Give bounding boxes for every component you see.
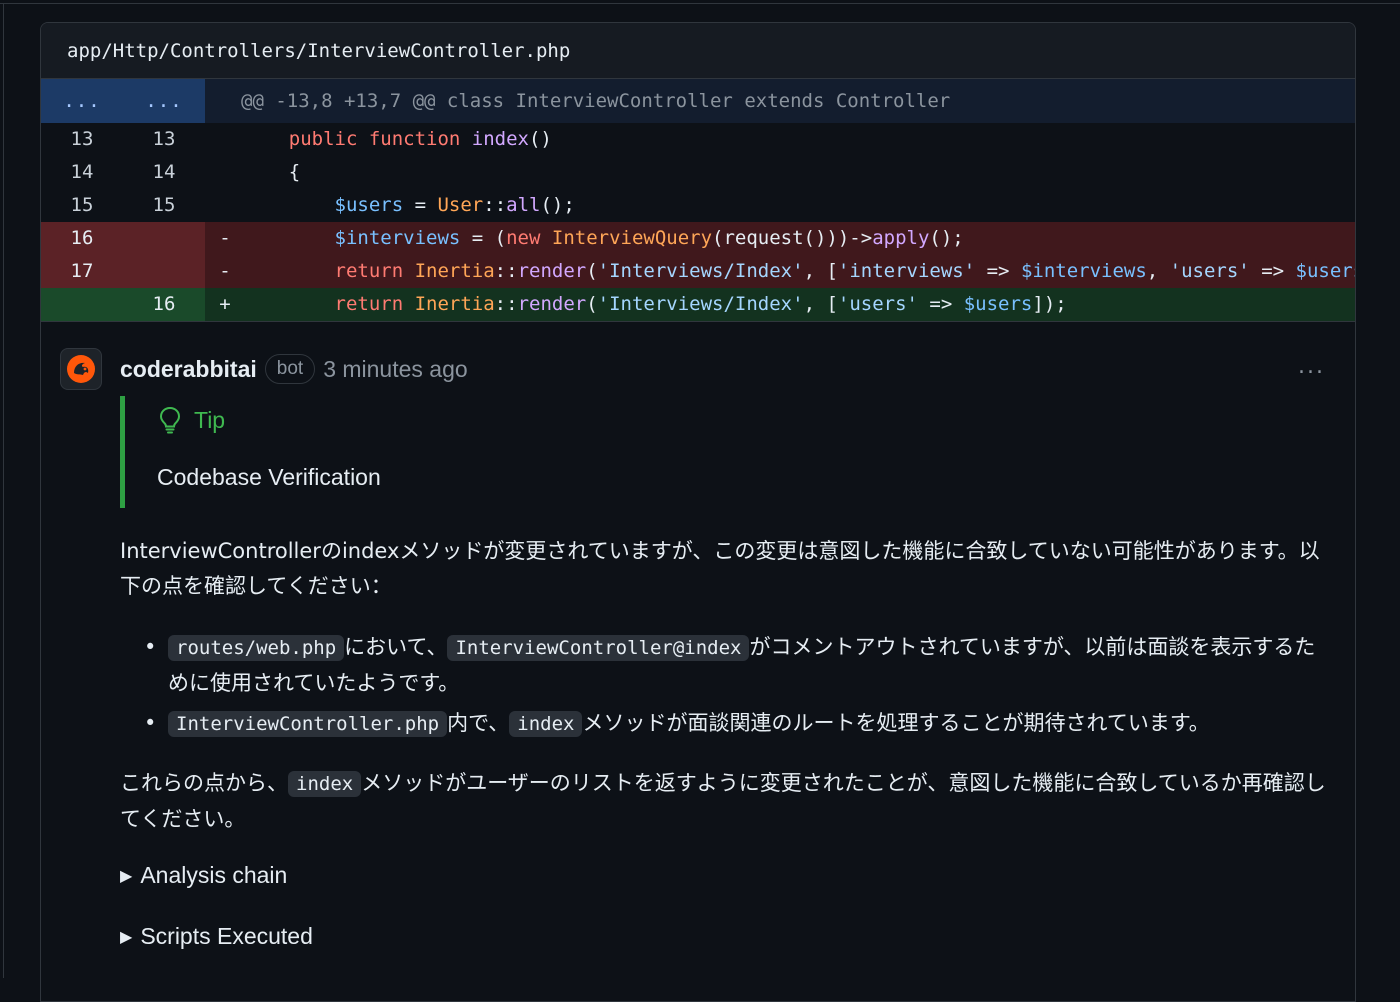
avatar[interactable] <box>60 348 102 390</box>
timestamp[interactable]: 3 minutes ago <box>323 356 467 383</box>
inline-code: index <box>288 771 362 797</box>
list-item: InterviewController.php内で、indexメソッドが面談関連… <box>141 706 1329 742</box>
top-divider <box>0 3 1400 4</box>
diff-sign <box>205 189 243 222</box>
new-line-number[interactable]: 16 <box>123 288 205 321</box>
old-line-number[interactable]: 14 <box>41 156 123 189</box>
old-line-number[interactable]: 13 <box>41 123 123 156</box>
bot-badge: bot <box>264 354 316 384</box>
comment-list: routes/web.phpにおいて、InterviewController@i… <box>141 630 1329 747</box>
new-line-number[interactable]: 14 <box>123 156 205 189</box>
file-diff-panel: app/Http/Controllers/InterviewController… <box>40 22 1356 1002</box>
old-line-number[interactable]: 17 <box>41 255 123 288</box>
tip-callout: Tip Codebase Verification <box>120 396 520 508</box>
inline-code: InterviewController.php <box>168 711 448 737</box>
code-line: $users = User::all(); <box>243 194 575 216</box>
tip-body: Codebase Verification <box>157 464 381 490</box>
triangle-right-icon: ▶ <box>120 867 133 885</box>
old-line-number[interactable]: 15 <box>41 189 123 222</box>
triangle-right-icon: ▶ <box>120 928 133 946</box>
hunk-header-row: ... ... @@ -13,8 +13,7 @@ class Intervie… <box>41 79 1355 123</box>
comment-paragraph: これらの点から、 index メソッドがユーザーのリストを返すように変更されたことが… <box>120 771 1326 831</box>
file-path[interactable]: app/Http/Controllers/InterviewController… <box>41 23 1355 79</box>
code-line: { <box>243 161 301 183</box>
comment-paragraph: InterviewControllerのindexメソッドが変更されていますが、… <box>120 539 1320 598</box>
diff-row: 13 13 public function index() <box>41 123 1355 156</box>
diff-row-deleted: 17 - return Inertia::render('Interviews/… <box>41 255 1355 288</box>
code-line: return Inertia::render('Interviews/Index… <box>243 293 1067 315</box>
new-line-number[interactable] <box>123 222 205 255</box>
new-line-number[interactable] <box>123 255 205 288</box>
author-name[interactable]: coderabbitai <box>120 356 257 383</box>
tip-label: Tip <box>194 406 226 433</box>
inline-code: index <box>509 711 583 737</box>
expand-up-button[interactable]: ... <box>41 79 123 123</box>
code-line: $interviews = (new InterviewQuery(reques… <box>243 227 964 249</box>
diff-sign: - <box>219 227 231 249</box>
diff-row-deleted: 16 - $interviews = (new InterviewQuery(r… <box>41 222 1355 255</box>
diff-sign <box>205 156 243 189</box>
more-options-button[interactable]: ... <box>1298 354 1325 379</box>
hunk-header: @@ -13,8 +13,7 @@ class InterviewControl… <box>241 90 951 112</box>
scripts-executed-toggle[interactable]: ▶ Scripts Executed <box>120 923 313 950</box>
diff-sign <box>205 123 243 156</box>
code-line: public function index() <box>243 128 552 150</box>
old-line-number[interactable]: 16 <box>41 222 123 255</box>
diff-row: 15 15 $users = User::all(); <box>41 189 1355 222</box>
old-line-number[interactable] <box>41 288 123 321</box>
diff-table: ... ... @@ -13,8 +13,7 @@ class Intervie… <box>41 79 1355 321</box>
lightbulb-icon <box>159 406 181 434</box>
diff-row: 14 14 { <box>41 156 1355 189</box>
expand-down-button[interactable]: ... <box>123 79 205 123</box>
list-item: routes/web.phpにおいて、InterviewController@i… <box>141 630 1329 701</box>
diff-sign: - <box>219 260 231 282</box>
review-comment: coderabbitai bot 3 minutes ago ... Tip C… <box>41 321 1355 949</box>
diff-row-added: 16 + return Inertia::render('Interviews/… <box>41 288 1355 321</box>
inline-code: routes/web.php <box>168 635 345 661</box>
inline-code: InterviewController@index <box>447 635 750 661</box>
left-divider <box>3 3 4 978</box>
new-line-number[interactable]: 15 <box>123 189 205 222</box>
analysis-chain-toggle[interactable]: ▶ Analysis chain <box>120 862 287 889</box>
diff-sign: + <box>219 293 231 315</box>
coderabbit-logo-icon <box>67 355 95 383</box>
new-line-number[interactable]: 13 <box>123 123 205 156</box>
code-line: return Inertia::render('Interviews/Index… <box>243 260 1356 282</box>
comment-header: coderabbitai bot 3 minutes ago <box>120 352 468 386</box>
